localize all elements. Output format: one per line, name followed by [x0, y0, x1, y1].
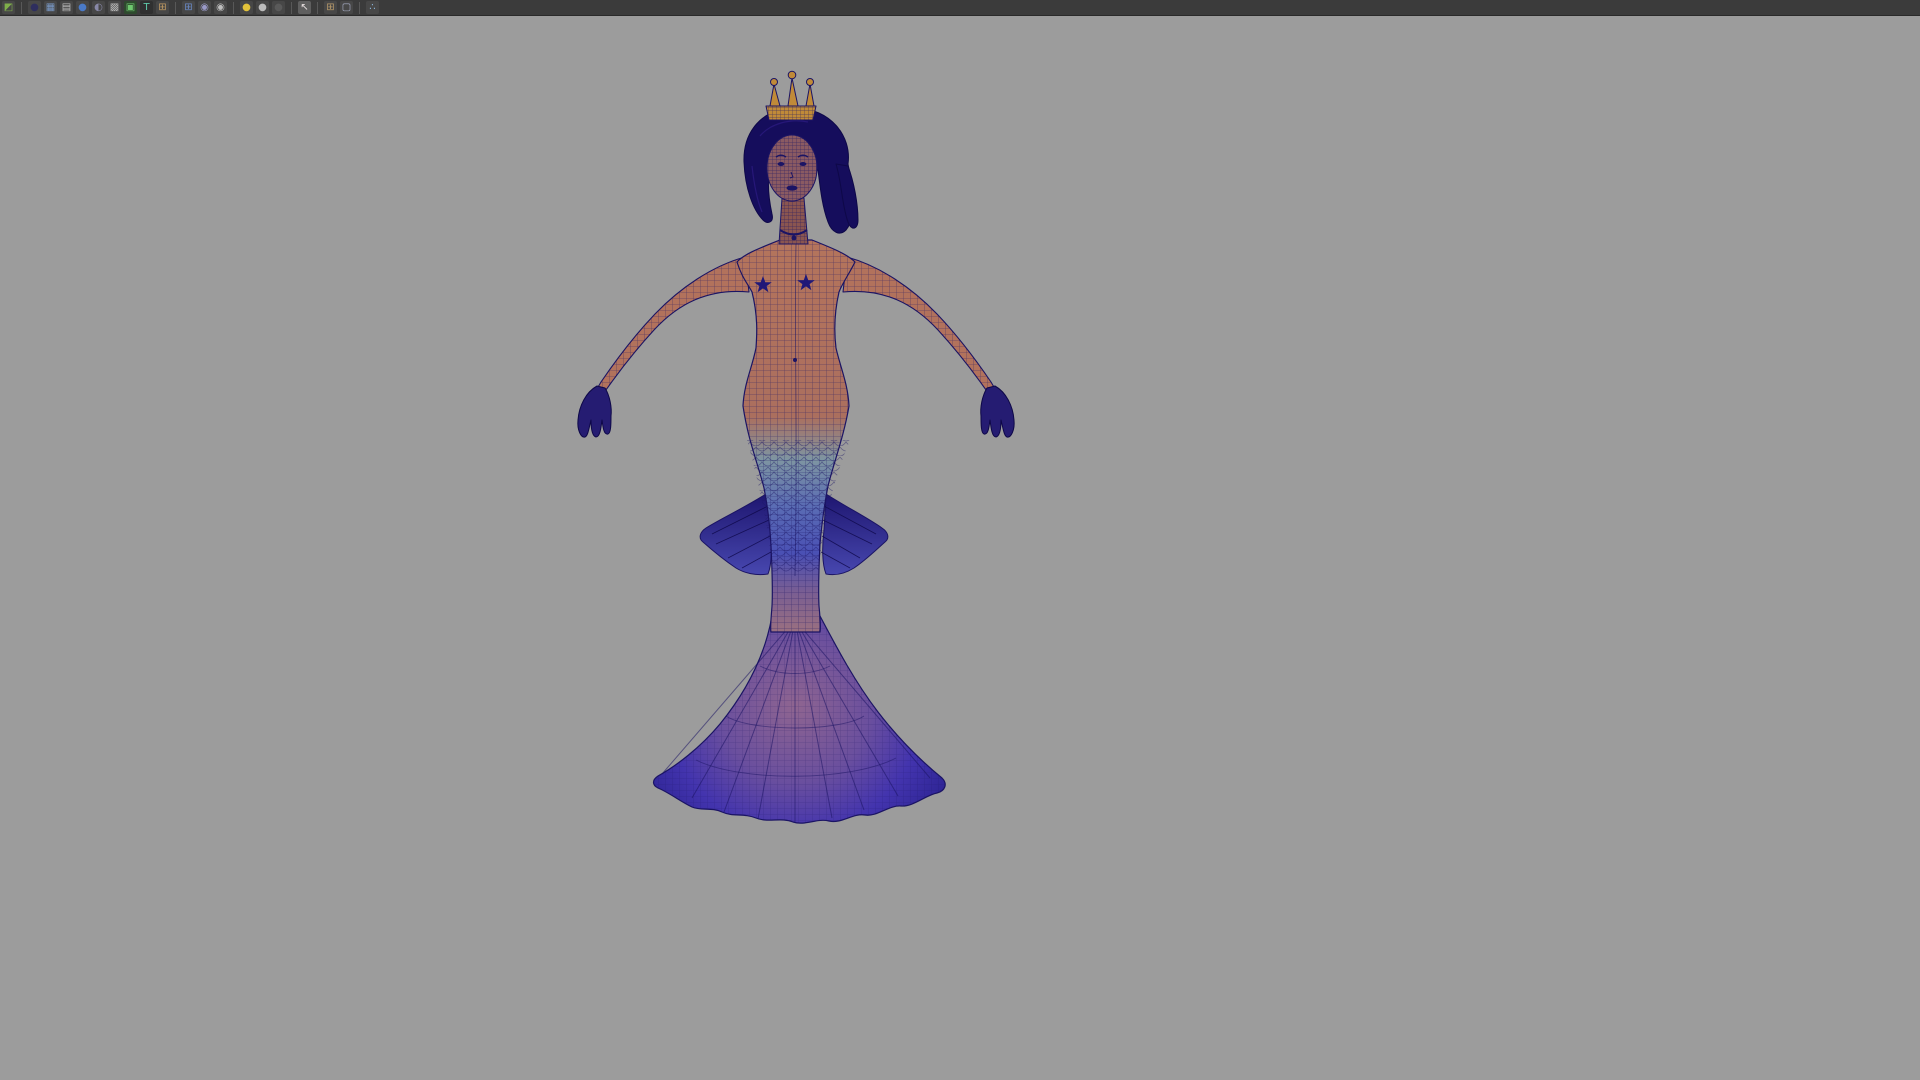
left-arm [593, 256, 750, 401]
cube-outline-icon[interactable]: ▢ [340, 1, 353, 14]
viewport-3d[interactable] [0, 16, 1920, 1080]
toolbar-divider [233, 1, 234, 14]
cube-blue-icon[interactable]: ⊞ [182, 1, 195, 14]
share-nodes-icon[interactable]: ∴ [366, 1, 379, 14]
right-hip-fin [822, 493, 889, 576]
navel [793, 358, 797, 362]
toolbar-divider [291, 1, 292, 14]
face [766, 134, 818, 202]
left-eye [777, 162, 785, 166]
green-toggle-icon[interactable]: ▣ [124, 1, 137, 14]
right-arm [842, 256, 999, 401]
cube-icon[interactable]: ⊞ [156, 1, 169, 14]
tail-fluke [652, 615, 946, 824]
sphere-checker-icon[interactable]: ◉ [198, 1, 211, 14]
select-cursor-icon[interactable]: ↖ [298, 1, 311, 14]
right-eye [799, 162, 807, 166]
left-hand [577, 385, 612, 438]
lips [786, 185, 798, 191]
toolbar-divider [359, 1, 360, 14]
left-hip-fin [699, 493, 772, 576]
sphere-dark-icon[interactable]: ● [28, 1, 41, 14]
mermaid-model[interactable] [577, 70, 1015, 824]
texture-checker-icon[interactable]: ▩ [108, 1, 121, 14]
toolbar-divider [21, 1, 22, 14]
sphere-shaded-icon[interactable]: ◐ [92, 1, 105, 14]
cube-tan-icon[interactable]: ⊞ [324, 1, 337, 14]
sphere-dim-icon[interactable]: ● [272, 1, 285, 14]
neck [778, 197, 809, 245]
toolbar-divider [175, 1, 176, 14]
sphere-gray-icon[interactable]: ● [256, 1, 269, 14]
sphere-yellow-icon[interactable]: ● [240, 1, 253, 14]
viewport-canvas [577, 70, 1015, 824]
text-tool-icon[interactable]: T [140, 1, 153, 14]
checker-map-icon[interactable]: ▦ [44, 1, 57, 14]
sphere-blue-icon[interactable]: ● [76, 1, 89, 14]
toolbar: ◩ ● ▦ ▤ ● ◐ ▩ ▣ T ⊞ ⊞ ◉ ◉ ● ● ● ↖ ⊞ ▢ ∴ [0, 0, 1920, 16]
grid-table-icon[interactable]: ▤ [60, 1, 73, 14]
pendant [791, 235, 797, 241]
color-swatch-icon[interactable]: ◩ [2, 1, 15, 14]
right-hand [980, 385, 1015, 438]
sphere-checker-alt-icon[interactable]: ◉ [214, 1, 227, 14]
toolbar-divider [317, 1, 318, 14]
crown [765, 70, 817, 121]
